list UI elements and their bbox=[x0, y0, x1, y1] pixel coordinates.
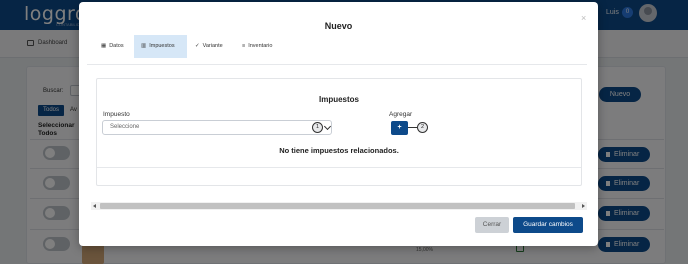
tab-label: Datos bbox=[109, 43, 124, 49]
close-icon[interactable]: × bbox=[581, 14, 586, 23]
tax-label: Impuesto bbox=[103, 111, 130, 118]
step-connector bbox=[408, 127, 417, 128]
add-label: Agregar bbox=[389, 111, 413, 118]
tab-label: Impuestos bbox=[149, 43, 175, 49]
tab-datos[interactable]: ▦ Datos bbox=[101, 35, 124, 58]
scrollbar-thumb[interactable] bbox=[100, 203, 575, 209]
new-product-dialog: Nuevo × ▦ Datos ▥ Impuestos ✓ Variante ≡ Inv… bbox=[79, 2, 598, 246]
tax-select-placeholder: Seleccione bbox=[110, 124, 140, 130]
list-icon: ≡ bbox=[242, 43, 246, 49]
step-marker-2: 2 bbox=[417, 122, 428, 133]
dialog-tabs: ▦ Datos ▥ Impuestos ✓ Variante ≡ Inventario bbox=[79, 35, 598, 58]
taxes-panel: Impuestos Impuesto Seleccione 1 Agregar … bbox=[96, 78, 582, 186]
tabs-divider bbox=[87, 64, 587, 65]
scroll-right-icon[interactable] bbox=[582, 204, 585, 208]
tab-impuestos[interactable]: ▥ Impuestos bbox=[134, 35, 187, 58]
tab-variante[interactable]: ✓ Variante bbox=[195, 35, 223, 58]
dialog-title: Nuevo bbox=[324, 21, 353, 31]
tags-icon: ▦ bbox=[101, 43, 107, 49]
close-button[interactable]: Cerrar bbox=[475, 217, 509, 233]
scroll-left-icon[interactable] bbox=[93, 204, 96, 208]
tab-label: Inventario bbox=[248, 43, 273, 49]
panel-title: Impuestos bbox=[318, 95, 359, 104]
horizontal-scrollbar[interactable] bbox=[91, 202, 587, 210]
step-marker-1: 1 bbox=[312, 122, 323, 133]
panel-divider bbox=[97, 167, 581, 168]
tab-label: Variante bbox=[202, 43, 223, 49]
institution-icon: ▥ bbox=[141, 43, 147, 49]
tab-inventario[interactable]: ≡ Inventario bbox=[242, 35, 272, 58]
save-changes-button[interactable]: Guardar cambios bbox=[513, 217, 583, 233]
empty-message: No tiene impuestos relacionados. bbox=[279, 146, 399, 155]
check-icon: ✓ bbox=[195, 43, 200, 49]
add-tax-button[interactable]: + bbox=[391, 121, 408, 135]
tax-select[interactable]: Seleccione bbox=[102, 120, 332, 135]
